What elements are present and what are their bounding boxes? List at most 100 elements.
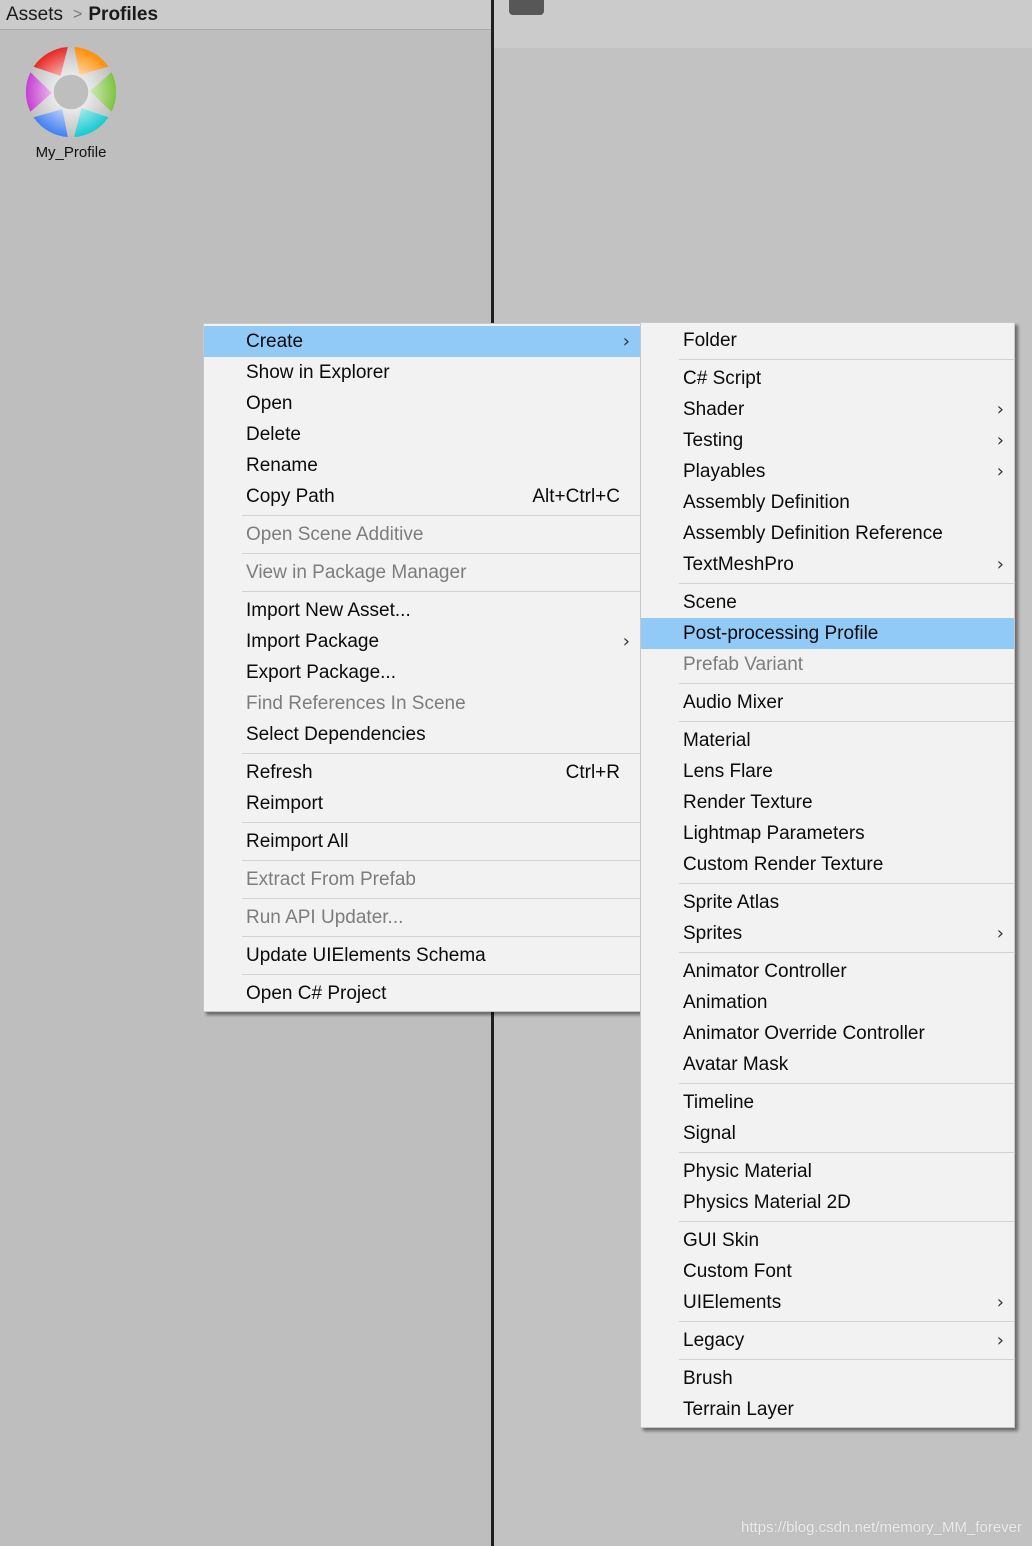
menu-item-label: Select Dependencies: [246, 724, 426, 745]
create-item-uielements[interactable]: UIElements ›: [641, 1287, 1014, 1318]
context-menu-item-update-uielements-schema[interactable]: Update UIElements Schema: [204, 940, 640, 971]
create-item-playables[interactable]: Playables ›: [641, 456, 1014, 487]
context-menu-item-import-package[interactable]: Import Package ›: [204, 626, 640, 657]
context-menu: Create › Show in Explorer Open Delete Rename C…: [203, 323, 641, 1012]
context-menu-item-show-in-explorer[interactable]: Show in Explorer: [204, 357, 640, 388]
menu-item-label: Open C# Project: [246, 983, 387, 1004]
menu-separator: [679, 583, 1014, 584]
context-menu-item-import-new-asset[interactable]: Import New Asset...: [204, 595, 640, 626]
context-menu-item-open-c-project[interactable]: Open C# Project: [204, 978, 640, 1009]
create-item-folder[interactable]: Folder: [641, 325, 1014, 356]
context-menu-item-refresh[interactable]: Refresh Ctrl+R: [204, 757, 640, 788]
create-item-animator-controller[interactable]: Animator Controller: [641, 956, 1014, 987]
menu-item-label: Assembly Definition Reference: [683, 523, 943, 544]
shortcut-label: Alt+Ctrl+C: [532, 486, 620, 507]
create-item-textmeshpro[interactable]: TextMeshPro ›: [641, 549, 1014, 580]
create-item-assembly-definition-reference[interactable]: Assembly Definition Reference: [641, 518, 1014, 549]
create-item-legacy[interactable]: Legacy ›: [641, 1325, 1014, 1356]
menu-item-label: Show in Explorer: [246, 362, 390, 383]
menu-item-label: Copy Path: [246, 486, 335, 507]
context-menu-item-open[interactable]: Open: [204, 388, 640, 419]
context-menu-item-delete[interactable]: Delete: [204, 419, 640, 450]
menu-separator: [679, 1321, 1014, 1322]
create-item-signal[interactable]: Signal: [641, 1118, 1014, 1149]
chevron-right-icon: ›: [622, 331, 630, 352]
asset-label: My_Profile: [35, 144, 107, 161]
post-processing-profile-icon: [25, 46, 117, 138]
create-item-lightmap-parameters[interactable]: Lightmap Parameters: [641, 818, 1014, 849]
menu-item-label: Sprite Atlas: [683, 892, 780, 913]
menu-item-label: Animation: [683, 992, 768, 1013]
create-item-sprites[interactable]: Sprites ›: [641, 918, 1014, 949]
chevron-right-icon: ›: [996, 923, 1004, 944]
menu-separator: [242, 553, 640, 554]
create-item-physic-material[interactable]: Physic Material: [641, 1156, 1014, 1187]
chevron-right-icon: ›: [996, 554, 1004, 575]
create-item-lens-flare[interactable]: Lens Flare: [641, 756, 1014, 787]
context-menu-item-open-scene-additive: Open Scene Additive: [204, 519, 640, 550]
menu-item-label: Legacy: [683, 1330, 745, 1351]
menu-item-label: Sprites: [683, 923, 743, 944]
create-item-assembly-definition[interactable]: Assembly Definition: [641, 487, 1014, 518]
context-menu-item-reimport-all[interactable]: Reimport All: [204, 826, 640, 857]
breadcrumb-root[interactable]: Assets: [6, 4, 63, 26]
context-menu-item-copy-path[interactable]: Copy Path Alt+Ctrl+C: [204, 481, 640, 512]
chevron-right-icon: ›: [996, 1330, 1004, 1351]
create-item-c-script[interactable]: C# Script: [641, 363, 1014, 394]
create-item-testing[interactable]: Testing ›: [641, 425, 1014, 456]
menu-separator: [242, 974, 640, 975]
context-menu-item-export-package[interactable]: Export Package...: [204, 657, 640, 688]
chevron-right-icon: ›: [622, 631, 630, 652]
menu-item-label: Signal: [683, 1123, 736, 1144]
menu-item-label: Animator Override Controller: [683, 1023, 925, 1044]
menu-separator: [679, 1221, 1014, 1222]
create-item-physics-material-2d[interactable]: Physics Material 2D: [641, 1187, 1014, 1218]
menu-item-label: Custom Font: [683, 1261, 792, 1282]
menu-separator: [242, 822, 640, 823]
menu-item-label: Folder: [683, 330, 737, 351]
create-item-gui-skin[interactable]: GUI Skin: [641, 1225, 1014, 1256]
context-menu-item-select-dependencies[interactable]: Select Dependencies: [204, 719, 640, 750]
create-item-shader[interactable]: Shader ›: [641, 394, 1014, 425]
create-item-sprite-atlas[interactable]: Sprite Atlas: [641, 887, 1014, 918]
create-item-scene[interactable]: Scene: [641, 587, 1014, 618]
create-item-prefab-variant: Prefab Variant: [641, 649, 1014, 680]
context-menu-item-reimport[interactable]: Reimport: [204, 788, 640, 819]
create-item-terrain-layer[interactable]: Terrain Layer: [641, 1394, 1014, 1425]
menu-item-label: Create: [246, 331, 304, 352]
menu-item-label: Physic Material: [683, 1161, 812, 1182]
create-item-animator-override-controller[interactable]: Animator Override Controller: [641, 1018, 1014, 1049]
menu-separator: [679, 721, 1014, 722]
menu-item-label: Timeline: [683, 1092, 755, 1113]
menu-item-label: Export Package...: [246, 662, 396, 683]
menu-separator: [679, 359, 1014, 360]
menu-item-label: Find References In Scene: [246, 693, 466, 714]
menu-separator: [242, 753, 640, 754]
menu-item-label: Brush: [683, 1368, 733, 1389]
create-item-audio-mixer[interactable]: Audio Mixer: [641, 687, 1014, 718]
create-item-custom-font[interactable]: Custom Font: [641, 1256, 1014, 1287]
create-item-timeline[interactable]: Timeline: [641, 1087, 1014, 1118]
asset-item[interactable]: My_Profile: [18, 44, 124, 161]
context-menu-item-run-api-updater: Run API Updater...: [204, 902, 640, 933]
menu-item-label: View in Package Manager: [246, 562, 467, 583]
create-item-custom-render-texture[interactable]: Custom Render Texture: [641, 849, 1014, 880]
create-item-brush[interactable]: Brush: [641, 1363, 1014, 1394]
breadcrumb-current[interactable]: Profiles: [88, 4, 158, 26]
menu-item-label: Assembly Definition: [683, 492, 850, 513]
context-menu-item-rename[interactable]: Rename: [204, 450, 640, 481]
create-item-material[interactable]: Material: [641, 725, 1014, 756]
context-menu-item-create[interactable]: Create ›: [204, 326, 640, 357]
toolbar-button[interactable]: [509, 0, 544, 15]
chevron-right-icon: ›: [996, 1292, 1004, 1313]
create-item-avatar-mask[interactable]: Avatar Mask: [641, 1049, 1014, 1080]
menu-item-label: Import New Asset...: [246, 600, 411, 621]
menu-item-label: Shader: [683, 399, 745, 420]
menu-item-label: Import Package: [246, 631, 380, 652]
create-item-animation[interactable]: Animation: [641, 987, 1014, 1018]
watermark: https://blog.csdn.net/memory_MM_forever: [741, 1519, 1022, 1536]
menu-item-label: Reimport All: [246, 831, 349, 852]
menu-separator: [242, 898, 640, 899]
create-item-render-texture[interactable]: Render Texture: [641, 787, 1014, 818]
create-item-post-processing-profile[interactable]: Post-processing Profile: [641, 618, 1014, 649]
